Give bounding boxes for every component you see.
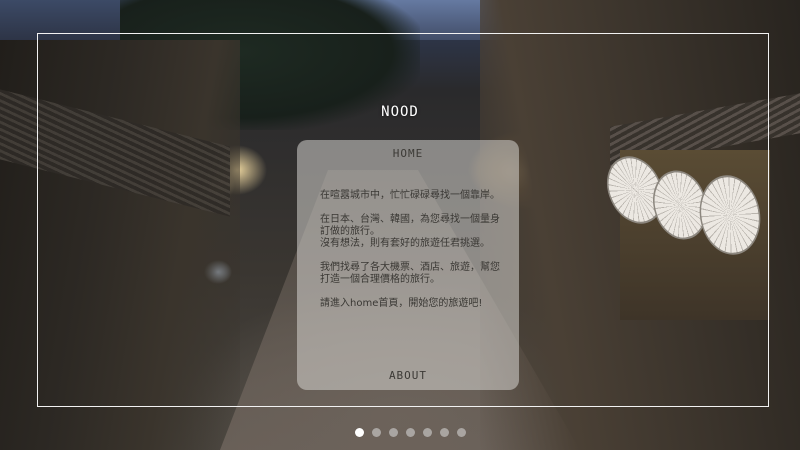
card-paragraph-2: 在日本、台灣、韓國，為您尋找一個量身訂做的旅行。 沒有想法，則有套好的旅遊任君挑… [320,214,500,249]
about-link[interactable]: ABOUT [297,369,519,382]
pagination-dot-3[interactable] [389,428,398,437]
pagination-dot-4[interactable] [406,428,415,437]
brand-logo[interactable]: NOOD [0,104,800,120]
pagination-dot-6[interactable] [440,428,449,437]
pagination-dot-7[interactable] [457,428,466,437]
pagination-dot-1[interactable] [355,428,364,437]
pagination-dot-2[interactable] [372,428,381,437]
intro-card: HOME 在喧囂城市中，忙忙碌碌尋找一個靠岸。 在日本、台灣、韓國，為您尋找一個… [297,140,519,390]
card-paragraph-3: 我們找尋了各大機票、酒店、旅遊，幫您打造一個合理價格的旅行。 [320,262,500,285]
card-paragraph-1: 在喧囂城市中，忙忙碌碌尋找一個靠岸。 [320,190,500,201]
card-paragraph-4: 請進入home首頁，開始您的旅遊吧! [320,298,483,309]
card-body: 在喧囂城市中，忙忙碌碌尋找一個靠岸。 在日本、台灣、韓國，為您尋找一個量身訂做的… [320,190,505,322]
pagination-dot-5[interactable] [423,428,432,437]
pagination-dots [355,428,466,437]
card-title[interactable]: HOME [297,147,519,160]
